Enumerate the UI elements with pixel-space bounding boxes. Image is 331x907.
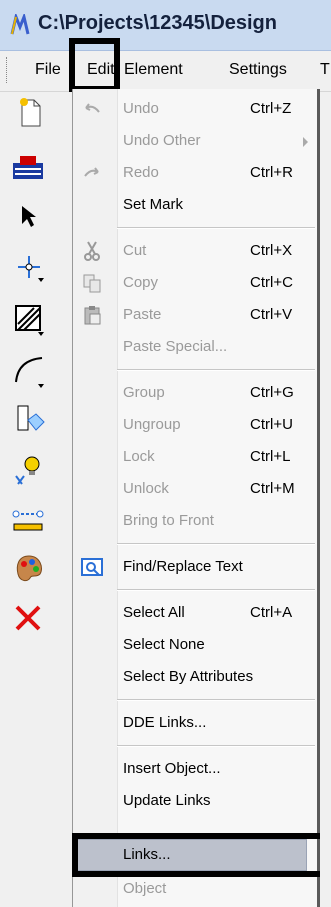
flyout-indicator — [38, 278, 44, 282]
menu-item-redo[interactable]: Redo Ctrl+R — [73, 157, 317, 189]
menu-item-label: Group — [123, 384, 165, 401]
menu-item-lock[interactable]: Lock Ctrl+L — [73, 441, 317, 473]
menu-item-label: Set Mark — [123, 196, 184, 213]
menu-item-label: Lock — [123, 448, 155, 465]
flyout-indicator — [38, 384, 44, 388]
scissors-icon — [84, 241, 100, 261]
menu-item-dde-links[interactable]: DDE Links... — [73, 707, 317, 739]
menu-item-insert-object[interactable]: Insert Object... — [73, 753, 317, 785]
menu-item-copy[interactable]: Copy Ctrl+C — [73, 267, 317, 299]
menu-element[interactable]: Element — [124, 61, 183, 79]
title-bar: C:\Projects\12345\Design — [0, 0, 331, 51]
microstation-logo-icon — [10, 14, 30, 35]
clipboard-icon — [84, 306, 101, 325]
menu-item-find-replace-text[interactable]: Find/Replace Text — [73, 551, 317, 583]
menu-item-label: Select None — [123, 636, 205, 653]
menu-item-label: Cut — [123, 242, 147, 259]
links-menu-callout — [72, 833, 326, 877]
palette-icon[interactable] — [14, 554, 44, 584]
menu-item-label: DDE Links... — [123, 714, 207, 731]
menu-item-object[interactable]: Object — [73, 873, 317, 905]
menu-item-cut[interactable]: Cut Ctrl+X — [73, 235, 317, 267]
menu-item-unlock[interactable]: Unlock Ctrl+M — [73, 473, 317, 505]
menu-bar-grip[interactable] — [6, 57, 10, 83]
menu-item-label: Copy — [123, 274, 159, 291]
menu-item-label: Redo — [123, 164, 159, 181]
menu-separator — [117, 543, 315, 545]
window-right-edge — [320, 92, 331, 907]
edit-menu-dropdown: Undo Ctrl+Z Undo Other Redo Ctrl+R Set M… — [72, 89, 320, 907]
menu-item-label: Select All — [123, 604, 185, 621]
menu-item-undo[interactable]: Undo Ctrl+Z — [73, 93, 317, 125]
menu-item-label: Undo Other — [123, 132, 201, 149]
menu-item-label: Bring to Front — [123, 512, 214, 529]
menu-item-select-by-attributes[interactable]: Select By Attributes — [73, 661, 317, 693]
menu-item-label: Paste Special... — [123, 338, 228, 355]
window-title: C:\Projects\12345\Design — [38, 12, 277, 34]
menu-item-paste-special[interactable]: Paste Special... — [73, 331, 317, 363]
menu-item-group[interactable]: Group Ctrl+G — [73, 377, 317, 409]
menu-item-shortcut: Ctrl+V — [250, 306, 293, 323]
place-point-icon[interactable] — [16, 254, 42, 280]
menu-item-shortcut: Ctrl+A — [250, 604, 293, 621]
menu-separator — [117, 699, 315, 701]
menu-settings[interactable]: Settings — [229, 61, 287, 79]
menu-item-undo-other[interactable]: Undo Other — [73, 125, 317, 157]
menu-item-label: Update Links — [123, 792, 211, 809]
menu-separator — [117, 227, 315, 229]
place-arc-icon[interactable] — [14, 354, 44, 384]
menu-separator — [117, 589, 315, 591]
flyout-indicator — [38, 332, 44, 336]
menu-item-paste[interactable]: Paste Ctrl+V — [73, 299, 317, 331]
menu-item-shortcut: Ctrl+R — [250, 164, 293, 181]
menu-separator — [117, 745, 315, 747]
element-selection-icon[interactable] — [20, 204, 38, 228]
menu-item-shortcut: Ctrl+Z — [250, 100, 292, 117]
find-replace-icon — [81, 558, 103, 576]
menu-item-update-links[interactable]: Update Links — [73, 785, 317, 817]
submenu-arrow-icon — [303, 137, 308, 147]
menu-item-bring-to-front[interactable]: Bring to Front — [73, 505, 317, 537]
menu-item-label: Insert Object... — [123, 760, 221, 777]
menu-item-label: Unlock — [123, 480, 169, 497]
tag-light-icon[interactable] — [14, 454, 44, 486]
menu-item-select-none[interactable]: Select None — [73, 629, 317, 661]
menu-item-select-all[interactable]: Select All Ctrl+A — [73, 597, 317, 629]
menu-item-label: Paste — [123, 306, 162, 323]
new-file-icon[interactable] — [18, 96, 42, 128]
menu-item-label: Find/Replace Text — [123, 558, 243, 575]
delete-element-icon[interactable] — [14, 604, 42, 632]
menu-file[interactable]: File — [35, 61, 61, 79]
edit-menu-callout — [69, 38, 120, 92]
menu-item-label: Object — [123, 880, 167, 897]
main-toolbox — [0, 92, 72, 907]
redo-icon — [84, 167, 99, 177]
menu-item-set-mark[interactable]: Set Mark — [73, 189, 317, 221]
menu-item-shortcut: Ctrl+X — [250, 242, 293, 259]
menu-item-shortcut: Ctrl+U — [250, 416, 293, 433]
menu-bar: File Edit Element Settings T — [0, 51, 331, 92]
menu-item-label: Ungroup — [123, 416, 181, 433]
menu-item-shortcut: Ctrl+C — [250, 274, 293, 291]
undo-icon — [85, 103, 100, 113]
menu-separator — [117, 369, 315, 371]
menu-item-shortcut: Ctrl+L — [250, 448, 291, 465]
hatch-area-icon[interactable] — [14, 304, 42, 332]
dot-settings-icon[interactable] — [12, 154, 44, 180]
copy-icon — [83, 274, 101, 293]
menu-item-label: Undo — [123, 100, 159, 117]
menu-item-shortcut: Ctrl+G — [250, 384, 294, 401]
menu-truncated[interactable]: T — [320, 61, 330, 79]
menu-item-ungroup[interactable]: Ungroup Ctrl+U — [73, 409, 317, 441]
menu-item-label: Select By Attributes — [123, 668, 254, 685]
cell-library-icon[interactable] — [14, 404, 46, 432]
menu-item-shortcut: Ctrl+M — [250, 480, 295, 497]
dimension-measure-icon[interactable] — [12, 504, 44, 534]
